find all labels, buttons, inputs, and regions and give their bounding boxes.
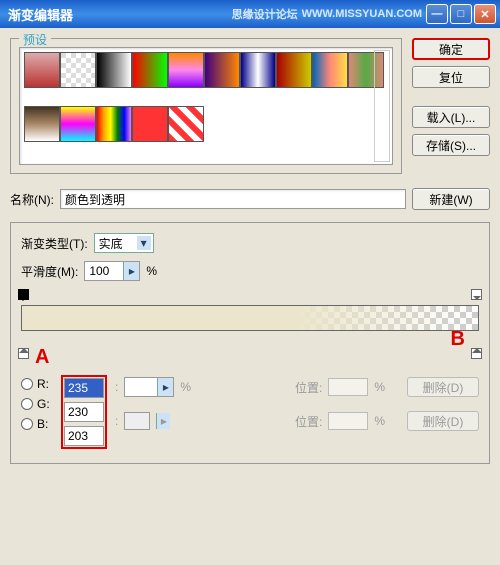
- color-swatch[interactable]: [124, 412, 150, 430]
- stops-panel: R: G: B: 235 230 203: [21, 375, 479, 449]
- preset-swatch[interactable]: [60, 106, 96, 142]
- smooth-label: 平滑度(M):: [21, 263, 78, 280]
- watermark-text: 思缘设计论坛: [232, 6, 298, 22]
- radio-g[interactable]: [21, 398, 33, 410]
- side-buttons: 确定 复位 载入(L)... 存储(S)...: [412, 38, 490, 156]
- preset-swatch[interactable]: [312, 52, 348, 88]
- pos1-input[interactable]: [328, 378, 368, 396]
- rgb-highlight: 235 230 203: [61, 375, 107, 449]
- opacity-stop-left[interactable]: [18, 289, 29, 300]
- preset-swatch[interactable]: [204, 52, 240, 88]
- pos2-input[interactable]: [328, 412, 368, 430]
- delete1-button[interactable]: 删除(D): [407, 377, 479, 397]
- marker-b: B: [451, 328, 465, 351]
- pct1-label: %: [374, 380, 385, 394]
- dialog-body: 预设 确定 复位: [0, 28, 500, 474]
- chevron-down-icon: ▾: [137, 236, 151, 250]
- minimize-button[interactable]: —: [426, 4, 448, 24]
- r-label: R:: [37, 377, 53, 391]
- opacity-stop-right[interactable]: [471, 289, 482, 300]
- maximize-button[interactable]: □: [450, 4, 472, 24]
- titlebar: 渐变编辑器 思缘设计论坛 WWW.MISSYUAN.COM — □ ✕: [0, 0, 500, 28]
- gradient-group: 渐变类型(T): 实底 ▾ 平滑度(M): 100 ▸ % A B: [10, 222, 490, 464]
- ok-button[interactable]: 确定: [412, 38, 490, 60]
- opacity-input[interactable]: ▸: [124, 377, 174, 397]
- preset-swatch[interactable]: [60, 52, 96, 88]
- radio-r[interactable]: [21, 378, 33, 390]
- color-label: :: [115, 414, 118, 428]
- delete2-button[interactable]: 删除(D): [407, 411, 479, 431]
- window-title: 渐变编辑器: [4, 5, 232, 24]
- gradient-editor: A B: [21, 289, 479, 359]
- color-stop-left[interactable]: [18, 348, 29, 359]
- name-input[interactable]: [60, 189, 406, 209]
- save-button[interactable]: 存储(S)...: [412, 134, 490, 156]
- preset-swatch[interactable]: [168, 106, 204, 142]
- preset-swatch[interactable]: [276, 52, 312, 88]
- color-stop-right[interactable]: [471, 348, 482, 359]
- preset-swatch[interactable]: [24, 106, 60, 142]
- radio-b[interactable]: [21, 418, 33, 430]
- pct2-label: %: [374, 414, 385, 428]
- preset-scrollbar[interactable]: [374, 50, 390, 162]
- triangle-right-icon[interactable]: ▸: [123, 262, 139, 280]
- window-buttons: — □ ✕: [426, 4, 496, 24]
- preset-swatches: [19, 47, 393, 165]
- smooth-value: 100: [89, 264, 109, 278]
- preset-swatch[interactable]: [96, 52, 132, 88]
- preset-swatch[interactable]: [96, 106, 132, 142]
- gradtype-value: 实底: [99, 235, 123, 252]
- b-label: B:: [37, 417, 53, 431]
- watermark-url: WWW.MISSYUAN.COM: [302, 8, 422, 20]
- presets-group: 预设: [10, 38, 402, 174]
- load-button[interactable]: 载入(L)...: [412, 106, 490, 128]
- triangle-right-icon[interactable]: ▸: [156, 413, 170, 429]
- b-input[interactable]: 203: [64, 426, 104, 446]
- pos2-label: 位置:: [295, 413, 322, 430]
- smooth-input[interactable]: 100 ▸: [84, 261, 140, 281]
- opacity-label: :: [115, 380, 118, 394]
- preset-swatch[interactable]: [132, 106, 168, 142]
- new-button[interactable]: 新建(W): [412, 188, 490, 210]
- preset-swatch[interactable]: [24, 52, 60, 88]
- close-button[interactable]: ✕: [474, 4, 496, 24]
- marker-a: A: [35, 346, 49, 369]
- preset-swatch[interactable]: [168, 52, 204, 88]
- gradtype-label: 渐变类型(T):: [21, 235, 88, 252]
- triangle-right-icon: ▸: [157, 378, 173, 396]
- g-label: G:: [37, 397, 53, 411]
- name-label: 名称(N):: [10, 191, 54, 208]
- pos1-label: 位置:: [295, 379, 322, 396]
- pct-label: %: [180, 380, 191, 394]
- presets-legend: 预设: [19, 31, 51, 48]
- preset-swatch[interactable]: [240, 52, 276, 88]
- g-input[interactable]: 230: [64, 402, 104, 422]
- gradtype-select[interactable]: 实底 ▾: [94, 233, 154, 253]
- reset-button[interactable]: 复位: [412, 66, 490, 88]
- preset-swatch[interactable]: [132, 52, 168, 88]
- percent-label: %: [146, 264, 157, 278]
- gradient-bar[interactable]: [21, 305, 479, 331]
- r-input[interactable]: 235: [64, 378, 104, 398]
